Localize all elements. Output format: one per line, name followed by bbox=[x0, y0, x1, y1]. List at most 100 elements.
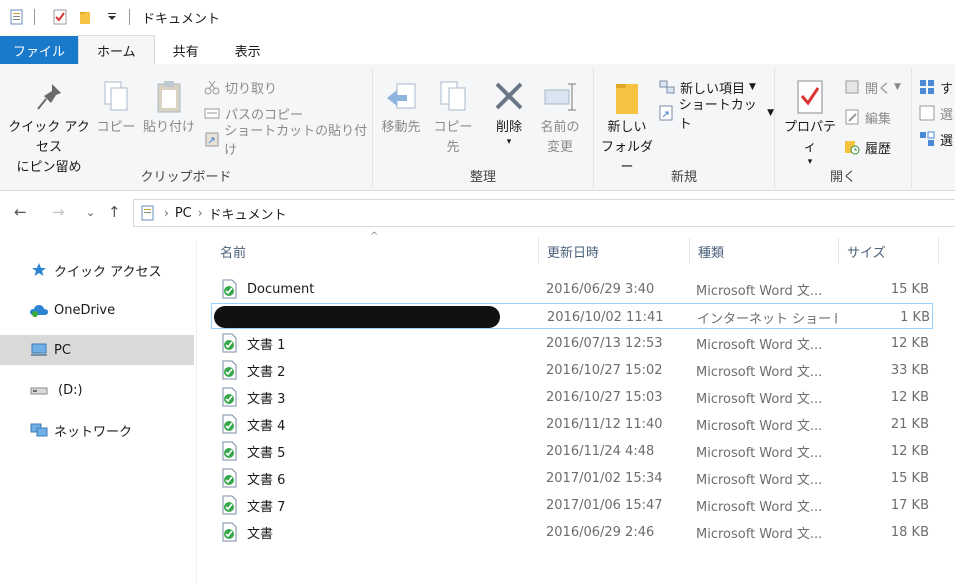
select-all-icon bbox=[918, 78, 936, 96]
file-type: Microsoft Word 文... bbox=[696, 472, 823, 488]
edit-icon bbox=[843, 108, 861, 126]
breadcrumb-chevron-icon[interactable]: › bbox=[164, 206, 169, 220]
customize-toolbar-dropdown-icon[interactable] bbox=[103, 8, 121, 26]
word-document-icon bbox=[221, 438, 239, 464]
properties-button[interactable]: プロパティ ▾ bbox=[779, 78, 841, 167]
file-size: 12 KB bbox=[890, 443, 929, 459]
new-folder-quick-icon[interactable] bbox=[77, 8, 95, 26]
paste-shortcut-button[interactable]: ショートカットの貼り付け bbox=[203, 124, 372, 158]
up-arrow-icon[interactable]: ↑ bbox=[108, 203, 121, 221]
paste-shortcut-icon bbox=[203, 130, 220, 148]
folder-properties-icon[interactable] bbox=[8, 8, 26, 26]
delete-x-icon bbox=[492, 78, 526, 116]
move-to-button[interactable]: 移動先 bbox=[377, 78, 425, 138]
new-folder-label-1: 新しい bbox=[607, 120, 647, 135]
file-name: 文書 5 bbox=[247, 445, 286, 461]
nav-item-pc[interactable]: PC bbox=[0, 335, 194, 365]
tab-view[interactable]: 表示 bbox=[217, 36, 279, 64]
delete-button[interactable]: 削除 ▾ bbox=[485, 78, 533, 147]
breadcrumb-pc[interactable]: PC bbox=[175, 206, 192, 221]
shortcut-dropdown-icon: ▼ bbox=[767, 108, 774, 118]
address-row: ← → ⌄ ↑ › PC › ドキュメント bbox=[0, 195, 955, 229]
file-modified-date: 2016/11/24 4:48 bbox=[546, 443, 655, 459]
cut-button[interactable]: 切り取り bbox=[203, 76, 277, 98]
rename-label-2: 変更 bbox=[546, 140, 573, 155]
recent-locations-chevron-icon[interactable]: ⌄ bbox=[86, 206, 95, 219]
word-document-icon bbox=[221, 357, 239, 383]
back-arrow-icon[interactable]: ← bbox=[14, 203, 27, 221]
file-type: Microsoft Word 文... bbox=[696, 283, 823, 299]
ribbon: クイック アクセス にピン留め コピー 貼り付け 切り取り パスのコピー ショー… bbox=[0, 64, 955, 191]
new-folder-button[interactable]: 新しい フォルダー bbox=[596, 78, 658, 178]
properties-dropdown-icon[interactable]: ▾ bbox=[808, 158, 813, 167]
network-icon bbox=[29, 421, 49, 439]
nav-item-network[interactable]: ネットワーク bbox=[0, 415, 194, 445]
nav-item-onedrive[interactable]: OneDrive bbox=[0, 295, 194, 325]
select-none-icon bbox=[918, 104, 936, 122]
file-row[interactable]: 文書 3 2016/10/27 15:03 Microsoft Word 文... 1… bbox=[211, 384, 933, 410]
column-header-size[interactable]: サイズ bbox=[839, 238, 939, 264]
word-document-icon bbox=[221, 492, 239, 518]
file-size: 1 KB bbox=[900, 309, 930, 325]
file-type: Microsoft Word 文... bbox=[696, 364, 823, 380]
shortcut-button[interactable]: ショートカット ▼ bbox=[658, 98, 774, 132]
cut-label: 切り取り bbox=[225, 81, 278, 97]
paste-button[interactable]: 貼り付け bbox=[140, 78, 198, 138]
navigation-pane: クイック アクセス OneDrive PC (D:) ネットワーク bbox=[0, 240, 197, 584]
new-group-label: 新規 bbox=[670, 170, 697, 185]
edit-label: 編集 bbox=[865, 111, 892, 127]
window-title: ドキュメント bbox=[142, 11, 221, 27]
column-header-date[interactable]: 更新日時 bbox=[539, 238, 690, 264]
file-row[interactable]: 文書 5 2016/11/24 4:48 Microsoft Word 文... 12… bbox=[211, 438, 933, 464]
file-row[interactable]: 文書 2016/06/29 2:46 Microsoft Word 文... 18 K… bbox=[211, 519, 933, 545]
open-button[interactable]: 開く ▼ bbox=[843, 76, 901, 98]
tab-file[interactable]: ファイル bbox=[0, 36, 79, 64]
file-type: Microsoft Word 文... bbox=[696, 526, 823, 542]
file-name: 文書 bbox=[247, 526, 274, 542]
pin-quick-access-button[interactable]: クイック アクセス にピン留め bbox=[6, 78, 92, 178]
column-header-type[interactable]: 種類 bbox=[690, 238, 839, 264]
copy-to-icon bbox=[436, 78, 470, 116]
file-modified-date: 2017/01/06 15:47 bbox=[546, 497, 663, 513]
column-header-name[interactable]: 名前 bbox=[212, 238, 539, 264]
copy-to-button[interactable]: コピー先 bbox=[429, 78, 477, 158]
file-row[interactable]: 文書 7 2017/01/06 15:47 Microsoft Word 文... 1… bbox=[211, 492, 933, 518]
history-button[interactable]: 履歴 bbox=[843, 136, 891, 158]
pin-icon bbox=[32, 78, 66, 116]
word-document-icon bbox=[221, 411, 239, 437]
nav-item-drive-d[interactable]: (D:) bbox=[0, 375, 194, 405]
invert-selection-button[interactable]: 選 bbox=[918, 128, 953, 150]
nav-item-quick-access[interactable]: クイック アクセス bbox=[0, 255, 194, 285]
file-name: 文書 1 bbox=[247, 337, 286, 353]
new-item-dropdown-icon: ▼ bbox=[749, 82, 756, 92]
scissors-icon bbox=[203, 78, 221, 96]
file-row[interactable]: 文書 4 2016/11/12 11:40 Microsoft Word 文... 2… bbox=[211, 411, 933, 437]
select-group: す 選 選 bbox=[912, 68, 955, 188]
tab-home[interactable]: ホーム bbox=[78, 35, 155, 65]
copy-button[interactable]: コピー bbox=[96, 78, 136, 138]
address-bar[interactable]: › PC › ドキュメント bbox=[133, 199, 955, 227]
title-bar: ドキュメント bbox=[0, 0, 955, 34]
nav-item-label: PC bbox=[54, 342, 71, 358]
clipboard-group: クイック アクセス にピン留め コピー 貼り付け 切り取り パスのコピー ショー… bbox=[0, 68, 373, 188]
file-type: Microsoft Word 文... bbox=[696, 499, 823, 515]
file-size: 21 KB bbox=[890, 416, 929, 432]
file-row[interactable]: Document 2016/06/29 3:40 Microsoft Word 文.… bbox=[211, 276, 933, 302]
rename-button[interactable]: 名前の 変更 bbox=[535, 78, 585, 158]
file-row[interactable]: 2016/10/02 11:41 インターネット ショート... 1 KB bbox=[211, 303, 933, 329]
edit-button[interactable]: 編集 bbox=[843, 106, 891, 128]
checkmark-properties-icon[interactable] bbox=[51, 8, 69, 26]
breadcrumb-chevron-icon-2[interactable]: › bbox=[198, 206, 203, 220]
forward-arrow-icon[interactable]: → bbox=[52, 203, 65, 221]
select-none-button[interactable]: 選 bbox=[918, 102, 953, 124]
file-row[interactable]: 文書 1 2016/07/13 12:53 Microsoft Word 文... 1… bbox=[211, 330, 933, 356]
select-all-button[interactable]: す bbox=[918, 76, 953, 98]
organize-group: 移動先 コピー先 削除 ▾ 名前の 変更 整理 bbox=[373, 68, 594, 188]
file-row[interactable]: 文書 6 2017/01/02 15:34 Microsoft Word 文... 1… bbox=[211, 465, 933, 491]
tab-share[interactable]: 共有 bbox=[155, 36, 217, 64]
file-size: 33 KB bbox=[890, 362, 929, 378]
breadcrumb-documents[interactable]: ドキュメント bbox=[209, 204, 287, 223]
word-document-icon bbox=[221, 465, 239, 491]
file-row[interactable]: 文書 2 2016/10/27 15:02 Microsoft Word 文... 3… bbox=[211, 357, 933, 383]
delete-dropdown-icon[interactable]: ▾ bbox=[507, 138, 512, 147]
